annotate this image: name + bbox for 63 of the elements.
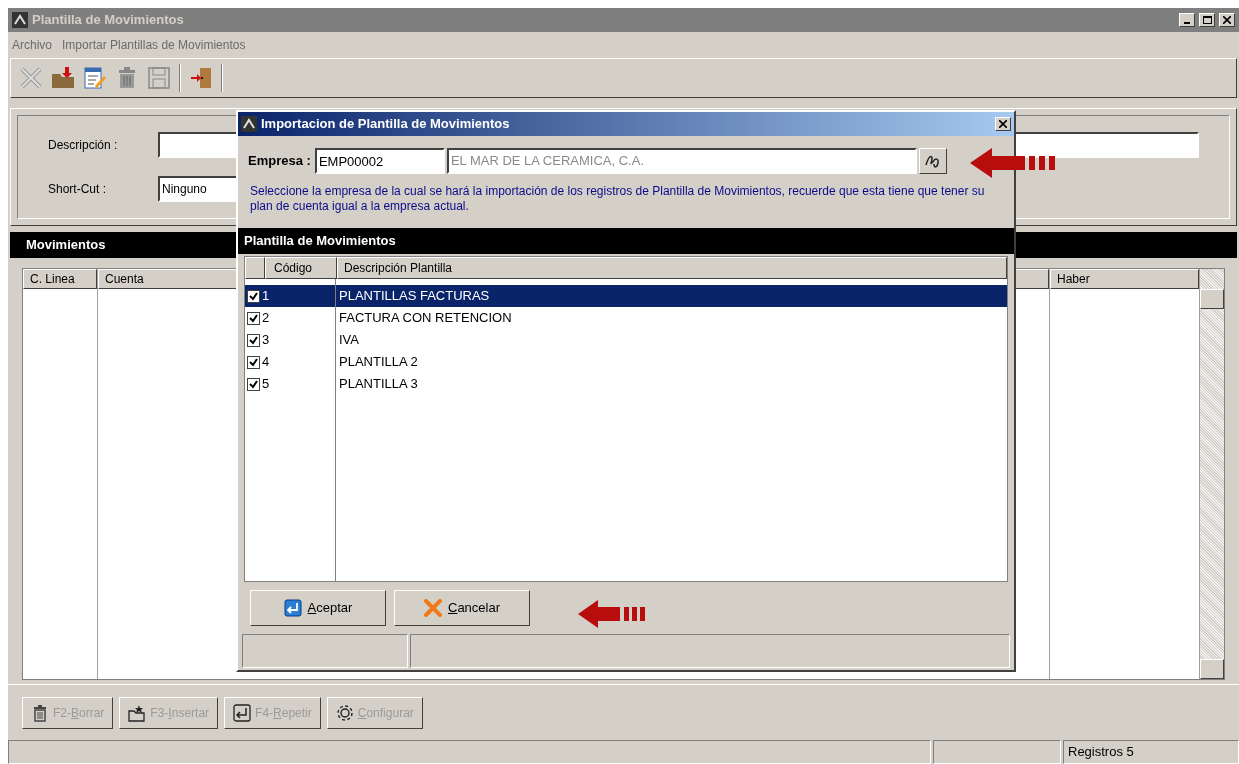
table-cell-text: 4 <box>261 353 271 372</box>
close-icon <box>424 599 442 617</box>
column-header[interactable]: C. Linea <box>23 269 97 289</box>
enter-icon <box>283 599 302 617</box>
table-row[interactable]: 2 FACTURA CON RETENCION <box>245 307 1007 329</box>
exit-door-icon[interactable] <box>189 66 213 90</box>
close-icon <box>999 120 1007 128</box>
window-title: Plantilla de Movimientos <box>32 11 185 30</box>
input-field: EL MAR DE LA CERAMICA, C.A. <box>446 148 917 174</box>
folder-icon[interactable] <box>51 66 75 90</box>
edit-icon[interactable] <box>83 66 107 90</box>
table-cell-text: PLANTILLA 3 <box>338 375 419 394</box>
scroll-down-button[interactable] <box>1200 659 1224 679</box>
close-button[interactable] <box>1219 13 1235 27</box>
trash-icon <box>31 703 49 722</box>
gear-icon <box>335 703 354 722</box>
instruction-text: Seleccione la empresa de la cual se hará la importación de los registros de Plantilla de Movimientos, recuerde que esta tiene que tener su plan de cuenta igual a la empresa actual. <box>249 184 986 214</box>
arrow-icon <box>578 598 648 630</box>
table-row[interactable]: 4 PLANTILLA 2 <box>245 351 1007 373</box>
scroll-up-button[interactable] <box>1200 289 1224 309</box>
minimize-button[interactable] <box>1179 13 1195 27</box>
column-header[interactable]: Haber <box>1050 269 1199 289</box>
app-icon <box>12 12 28 28</box>
checkbox[interactable] <box>247 289 260 303</box>
table-cell-text: 5 <box>261 375 271 394</box>
dropdown[interactable]: Ninguno <box>158 176 238 202</box>
checkbox[interactable] <box>247 311 260 325</box>
menu-item[interactable]: Archivo <box>12 36 52 54</box>
table-cell-text: PLANTILLA 2 <box>338 353 419 372</box>
folder-icon <box>128 703 147 722</box>
table-cell-text: PLANTILLAS FACTURAS <box>338 287 491 306</box>
signature-icon <box>923 153 942 169</box>
maximize-button[interactable] <box>1199 13 1215 27</box>
column-header[interactable]: Descripción Plantilla <box>337 257 1007 279</box>
field-label: Descripción : <box>48 137 119 154</box>
column-header[interactable]: Código <box>265 257 337 279</box>
column-header[interactable] <box>245 257 265 279</box>
table-cell-text: IVA <box>338 331 360 350</box>
field-label: Short-Cut : <box>48 181 108 198</box>
menu-item[interactable]: Importar Plantillas de Movimientos <box>62 36 246 54</box>
table-row[interactable]: 1 PLANTILLAS FACTURAS <box>245 285 1007 307</box>
table-cell-text: 2 <box>261 309 271 328</box>
scrollbar[interactable] <box>1200 269 1224 679</box>
table-cell-text: FACTURA CON RETENCION <box>338 309 513 328</box>
close-icon <box>1223 16 1231 24</box>
table-row[interactable]: 5 PLANTILLA 3 <box>245 373 1007 395</box>
dialog-title: Importacion de Plantilla de Movimientos <box>261 115 511 134</box>
app-icon <box>241 116 257 132</box>
table-row[interactable]: 3 IVA <box>245 329 1007 351</box>
section-header: Plantilla de Movimientos <box>238 228 1014 254</box>
lookup-button[interactable] <box>918 148 947 174</box>
table-cell-text: 3 <box>261 331 271 350</box>
dialog-button[interactable]: Cancelar <box>394 590 530 626</box>
table-cell-text: 1 <box>261 287 271 306</box>
status-text: Registros 5 <box>1063 740 1239 764</box>
close-button[interactable] <box>995 117 1011 131</box>
checkbox[interactable] <box>247 377 260 391</box>
input-field[interactable]: EMP00002 <box>314 148 445 174</box>
dialog-button[interactable]: Aceptar <box>250 590 386 626</box>
checkbox[interactable] <box>247 355 260 369</box>
checkbox[interactable] <box>247 333 260 347</box>
field-label: Empresa : <box>248 152 311 171</box>
enter-icon <box>233 703 252 722</box>
